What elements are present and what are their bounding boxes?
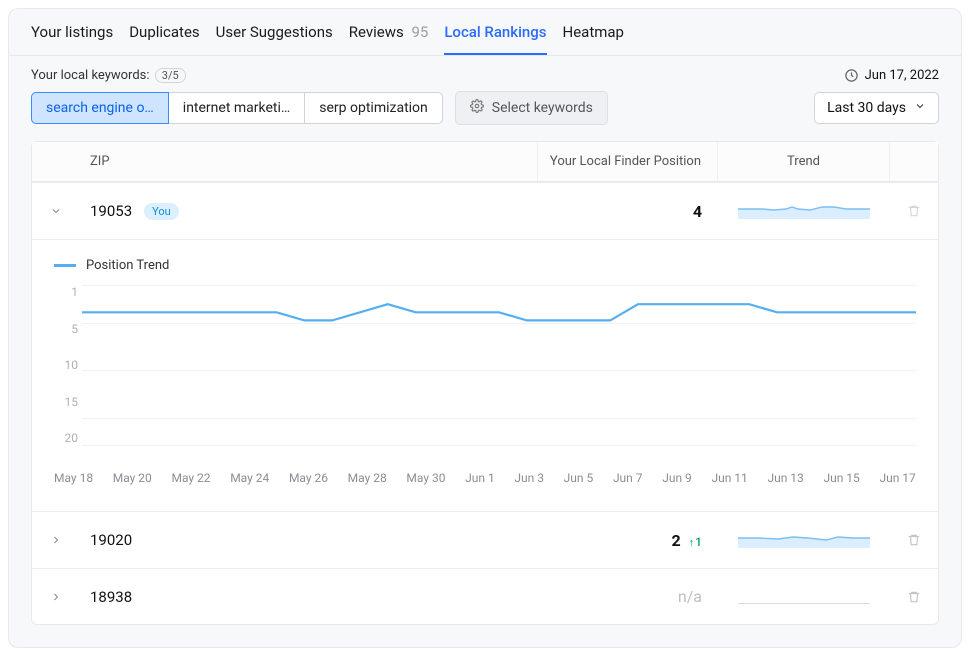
- col-position: Your Local Finder Position: [538, 142, 718, 181]
- keywords-count-pill: 3/5: [155, 68, 186, 83]
- zip-table: ZIP Your Local Finder Position Trend 190…: [31, 141, 939, 625]
- tab-heatmap[interactable]: Heatmap: [563, 23, 624, 55]
- tab-reviews[interactable]: Reviews 95: [349, 23, 429, 55]
- chart-legend-label: Position Trend: [86, 258, 169, 273]
- tab-duplicates[interactable]: Duplicates: [129, 23, 199, 55]
- y-axis-labels: 1 5 10 15 20: [54, 285, 78, 445]
- select-keywords-label: Select keywords: [492, 100, 593, 116]
- x-axis-labels: May 18May 20May 22May 24May 26May 28May …: [54, 471, 916, 485]
- delete-row-button[interactable]: [890, 188, 938, 234]
- tab-local-rankings[interactable]: Local Rankings: [444, 23, 546, 55]
- keyword-segments: search engine o… internet marketi… serp …: [31, 92, 443, 124]
- table-row: 19053 You 4: [32, 182, 938, 239]
- expand-toggle[interactable]: [32, 189, 80, 233]
- tab-reviews-label: Reviews: [349, 23, 404, 41]
- you-badge: You: [144, 203, 179, 220]
- legend-swatch-icon: [54, 264, 76, 267]
- chevron-down-icon: [914, 100, 926, 116]
- segment-search-engine[interactable]: search engine o…: [31, 92, 169, 124]
- sparkline: [738, 199, 870, 219]
- expand-toggle[interactable]: [32, 575, 80, 619]
- segment-serp-optimization[interactable]: serp optimization: [304, 92, 443, 124]
- sparkline: [738, 528, 870, 548]
- col-zip: ZIP: [80, 142, 538, 181]
- table-row: 19020 2 1: [32, 511, 938, 568]
- zip-value: 19020: [90, 531, 132, 549]
- clock-icon: [844, 68, 859, 83]
- position-value: 4: [538, 186, 718, 237]
- zip-value: 19053: [90, 202, 132, 220]
- position-value: 2 1: [538, 515, 718, 566]
- zip-value: 18938: [90, 588, 132, 606]
- sparkline-empty: [738, 603, 870, 604]
- select-keywords-button[interactable]: Select keywords: [455, 91, 608, 125]
- tab-user-suggestions[interactable]: User Suggestions: [216, 23, 333, 55]
- date-range-label: Last 30 days: [827, 100, 906, 116]
- top-date-text: Jun 17, 2022: [865, 68, 939, 83]
- date-range-select[interactable]: Last 30 days: [814, 92, 939, 124]
- chart-panel: Position Trend 1 5 10 15 20 May: [32, 239, 938, 511]
- expand-toggle[interactable]: [32, 518, 80, 562]
- table-row: 18938 n/a: [32, 568, 938, 624]
- position-delta: 1: [689, 535, 702, 549]
- position-trend-chart: [82, 285, 916, 445]
- gear-icon: [470, 99, 484, 117]
- keywords-label: Your local keywords: 3/5: [31, 68, 186, 83]
- col-trend: Trend: [718, 142, 890, 181]
- tabs-bar: Your listings Duplicates User Suggestion…: [9, 9, 961, 55]
- chart-legend: Position Trend: [54, 258, 916, 273]
- position-value: n/a: [538, 571, 718, 622]
- delete-row-button[interactable]: [890, 574, 938, 620]
- tab-your-listings[interactable]: Your listings: [31, 23, 113, 55]
- segment-internet-marketing[interactable]: internet marketi…: [168, 92, 305, 124]
- tab-reviews-count: 95: [411, 23, 428, 41]
- delete-row-button[interactable]: [890, 517, 938, 563]
- top-date: Jun 17, 2022: [844, 68, 939, 83]
